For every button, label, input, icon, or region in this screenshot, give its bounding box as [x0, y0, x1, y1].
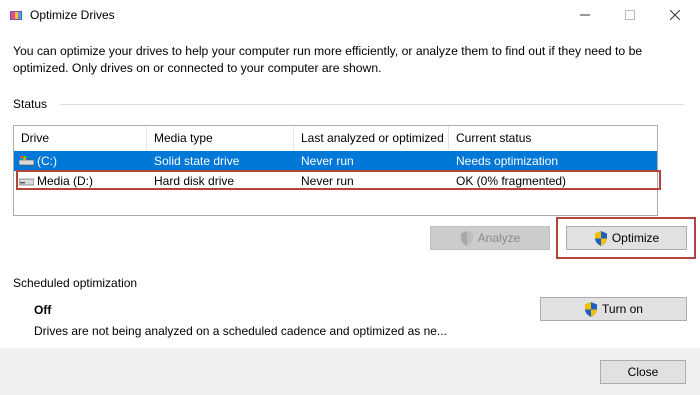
drive-name: (C:)	[37, 154, 57, 168]
media-type: Solid state drive	[154, 154, 240, 168]
minimize-button[interactable]	[562, 0, 608, 30]
window-title: Optimize Drives	[30, 8, 115, 22]
drive-row-d[interactable]: Media (D:) Hard disk drive Never run OK …	[14, 171, 657, 191]
close-icon	[670, 10, 680, 20]
scheduled-optimization-label: Scheduled optimization	[13, 276, 138, 290]
optimize-label: Optimize	[611, 231, 660, 245]
close-window-button[interactable]	[652, 0, 698, 30]
column-header-current-status[interactable]: Current status	[449, 126, 657, 150]
hard-drive-icon	[19, 178, 34, 186]
last-analyzed: Never run	[301, 154, 354, 168]
turn-on-button[interactable]: Turn on	[540, 297, 687, 321]
uac-shield-icon	[594, 230, 607, 246]
optimize-drives-app-icon	[10, 11, 22, 20]
current-status: Needs optimization	[456, 154, 559, 168]
current-status: OK (0% fragmented)	[456, 174, 567, 188]
analyze-label: Analyze	[477, 231, 521, 245]
column-header-media-type[interactable]: Media type	[147, 126, 294, 150]
maximize-icon	[625, 10, 635, 20]
optimize-button[interactable]: Optimize	[566, 226, 687, 250]
footer-bar	[0, 348, 700, 395]
status-divider	[60, 104, 684, 105]
drive-row-c[interactable]: (C:) Solid state drive Never run Needs o…	[14, 151, 657, 171]
close-label: Close	[627, 365, 659, 379]
status-section-label: Status	[13, 97, 48, 111]
schedule-description: Drives are not being analyzed on a sched…	[34, 324, 447, 338]
last-analyzed: Never run	[301, 174, 354, 188]
close-button[interactable]: Close	[600, 360, 686, 384]
windows-drive-icon	[19, 156, 34, 166]
uac-shield-icon	[585, 301, 598, 317]
turn-on-label: Turn on	[602, 302, 643, 316]
maximize-button[interactable]	[607, 0, 653, 30]
drive-list[interactable]: Drive Media type Last analyzed or optimi…	[13, 125, 658, 216]
drive-name: Media (D:)	[37, 174, 94, 188]
schedule-state: Off	[34, 303, 52, 317]
minimize-icon	[580, 14, 590, 16]
media-type: Hard disk drive	[154, 174, 235, 188]
column-header-last-analyzed[interactable]: Last analyzed or optimized	[294, 126, 449, 150]
title-bar: Optimize Drives	[0, 0, 700, 30]
intro-text: You can optimize your drives to help you…	[13, 44, 643, 75]
column-header-drive[interactable]: Drive	[14, 126, 147, 150]
uac-shield-icon	[460, 230, 473, 246]
list-header: Drive Media type Last analyzed or optimi…	[14, 126, 657, 150]
analyze-button[interactable]: Analyze	[430, 226, 550, 250]
